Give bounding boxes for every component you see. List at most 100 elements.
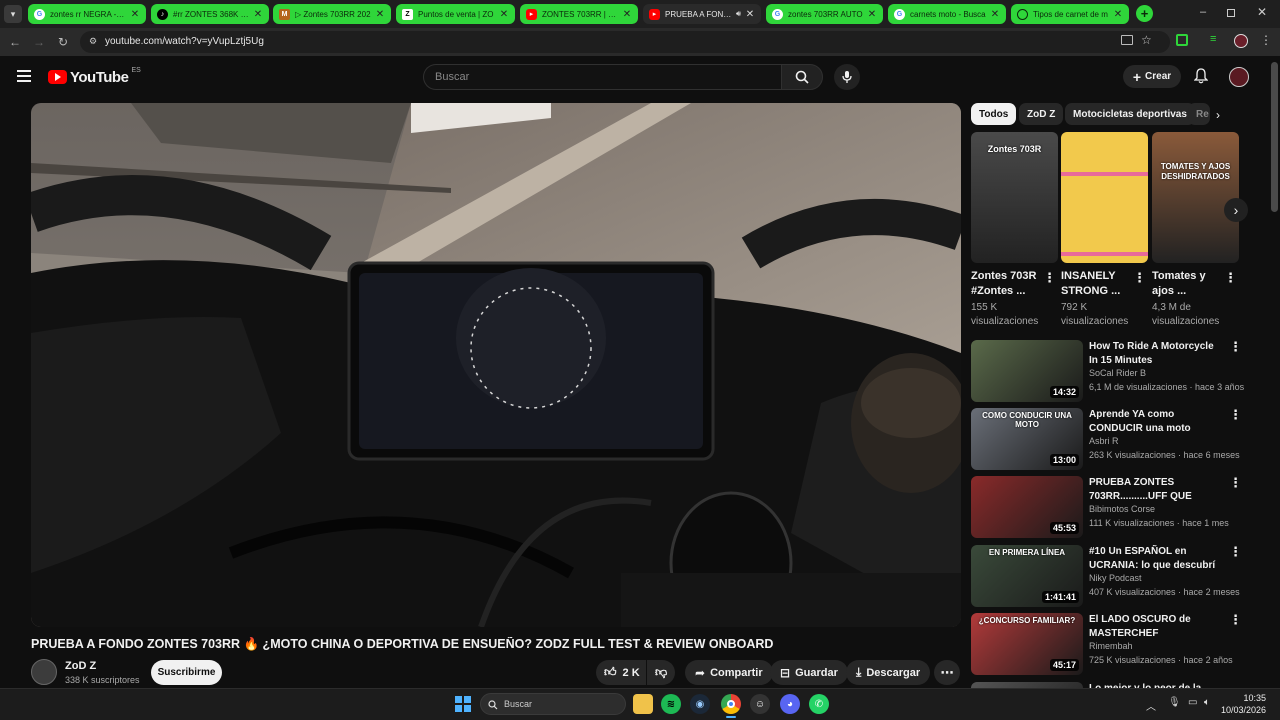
short-title[interactable]: Tomates y ajos ... (1152, 269, 1222, 299)
channel-name[interactable]: ZoD Z (65, 660, 96, 672)
browser-tab[interactable]: ♪ #rr ZONTES 368K rid ✕ (151, 4, 269, 24)
channel-link[interactable]: SoCal Rider B (1089, 368, 1146, 378)
video-menu-icon[interactable]: ⋮ (1229, 476, 1242, 489)
channel-link[interactable]: Asbri R (1089, 436, 1119, 446)
restore-button[interactable] (1227, 9, 1235, 17)
reading-list-icon[interactable]: ≡ (1210, 33, 1216, 45)
chips-next-icon[interactable]: › (1216, 108, 1220, 122)
channel-link[interactable]: Rimembah (1089, 641, 1133, 651)
video-player[interactable] (31, 103, 961, 627)
tab-close-icon[interactable]: ✕ (867, 9, 877, 20)
notification-corner[interactable] (1272, 692, 1278, 716)
filter-chip[interactable]: Re (1188, 103, 1210, 125)
microphone-tray-icon[interactable]: 🎙︎ (1168, 697, 1181, 708)
tab-close-icon[interactable]: ✕ (130, 9, 140, 20)
recommendation-item[interactable]: COMO CONDUCIR UNA MOTO 13:00 Aprende YA co… (971, 408, 1242, 470)
video-title-link[interactable]: Aprende YA como CONDUCIR una moto PARTE … (1089, 408, 1225, 436)
browser-tab[interactable]: Tipos de carnet de m ✕ (1011, 4, 1129, 24)
minimize-button[interactable]: – (1196, 6, 1210, 20)
browser-tab[interactable]: M ▷ Zontes 703RR 202 ✕ (273, 4, 391, 24)
video-title-link[interactable]: El LADO OSCURO de MASTERCHEF (1089, 613, 1225, 641)
tab-close-icon[interactable]: ✕ (622, 9, 632, 20)
shorts-next-button[interactable]: › (1224, 198, 1248, 222)
tab-close-icon[interactable]: ✕ (253, 9, 263, 20)
close-window-button[interactable]: ✕ (1255, 5, 1269, 19)
video-thumbnail[interactable]: EN PRIMERA LÍNEA 1:41:41 (971, 545, 1083, 607)
profile-avatar-icon[interactable] (1234, 34, 1248, 48)
notifications-bell-icon[interactable] (1193, 68, 1209, 84)
short-title[interactable]: INSANELY STRONG ... (1061, 269, 1131, 299)
video-menu-icon[interactable]: ⋮ (1229, 545, 1242, 558)
short-card[interactable]: INSANELY STRONG ... 792 K visualizaciones… (1061, 132, 1148, 329)
short-menu-icon[interactable]: ⋮ (1133, 271, 1146, 284)
filter-chip[interactable]: Todos (971, 103, 1017, 125)
filter-chip[interactable]: ZoD Z (1019, 103, 1064, 125)
tab-close-icon[interactable]: ✕ (499, 9, 509, 20)
short-menu-icon[interactable]: ⋮ (1224, 271, 1237, 284)
app-icon[interactable]: ☺ (750, 694, 770, 714)
bookmark-star-icon[interactable]: ☆ (1141, 33, 1152, 47)
video-thumbnail[interactable]: COMO CONDUCIR UNA MOTO 13:00 (971, 408, 1083, 470)
video-title-link[interactable]: PRUEBA ZONTES 703RR..........UFF QUE MOT… (1089, 476, 1225, 504)
video-title-link[interactable]: How To Ride A Motorcycle In 15 Minutes (1089, 340, 1225, 368)
more-actions-button[interactable]: ⋯ (934, 660, 960, 685)
channel-link[interactable]: Niky Podcast (1089, 573, 1142, 583)
video-thumbnail[interactable]: ¿CONCURSO FAMILIAR? 45:17 (971, 613, 1083, 675)
taskbar-search-label[interactable]: Buscar (504, 699, 532, 709)
share-button[interactable]: ➦ Compartir (685, 660, 773, 685)
tab-search-button[interactable]: ▾ (4, 5, 22, 23)
tray-chevron-icon[interactable]: ︿ (1146, 698, 1156, 713)
browser-menu-icon[interactable]: ⋮ (1260, 33, 1272, 47)
like-button[interactable]: 👍︎ 2 K (596, 660, 646, 685)
download-button[interactable]: ⤓ Descargar (846, 660, 931, 685)
video-menu-icon[interactable]: ⋮ (1229, 613, 1242, 626)
browser-tab[interactable]: ▸ ZONTES 703RR | First ✕ (520, 4, 638, 24)
search-box[interactable]: Buscar (423, 64, 781, 90)
video-menu-icon[interactable]: ⋮ (1229, 408, 1242, 421)
browser-tab[interactable]: Gzontes rr NEGRA - Bu ✕ (28, 4, 146, 24)
video-thumbnail[interactable]: 14:32 (971, 340, 1083, 402)
channel-avatar[interactable] (31, 659, 57, 685)
cast-icon[interactable] (1121, 35, 1133, 45)
filter-chip[interactable]: Motocicletas deportivas (1065, 103, 1195, 125)
youtube-logo[interactable]: YouTube ES (48, 67, 141, 86)
short-thumbnail[interactable] (1061, 132, 1148, 263)
recommendation-item[interactable]: EN PRIMERA LÍNEA 1:41:41 #10 Un ESPAÑOL en… (971, 545, 1242, 607)
video-thumbnail[interactable]: 45:53 (971, 476, 1083, 538)
subscribe-button[interactable]: Suscribirme (151, 660, 222, 685)
browser-tab[interactable]: ▸ PRUEBA A FONDO 🔊︎ ✕ (643, 4, 761, 24)
reload-icon[interactable]: ↻ (54, 33, 72, 51)
spotify-icon[interactable]: ≋ (661, 694, 681, 714)
save-button[interactable]: ⊟ Guardar (770, 660, 848, 685)
discord-icon[interactable]: ◕ (780, 694, 800, 714)
whatsapp-icon[interactable]: ✆ (809, 694, 829, 714)
tab-audio-icon[interactable]: 🔊︎ (736, 9, 741, 19)
short-menu-icon[interactable]: ⋮ (1043, 271, 1056, 284)
steam-icon[interactable]: ◉ (690, 694, 710, 714)
tab-close-icon[interactable]: ✕ (990, 9, 1000, 20)
site-info-icon[interactable]: ⚙ (87, 36, 99, 48)
browser-tab[interactable]: Gcarnets moto - Busca ✕ (888, 4, 1006, 24)
clock-time[interactable]: 10:35 (1226, 693, 1266, 703)
tab-close-icon[interactable]: ✕ (1113, 9, 1123, 20)
file-explorer-icon[interactable] (633, 694, 653, 714)
back-icon[interactable]: ← (6, 33, 24, 51)
new-tab-button[interactable]: + (1136, 5, 1153, 22)
account-avatar[interactable] (1229, 67, 1249, 87)
extension-icon[interactable] (1176, 34, 1188, 46)
recommendation-item[interactable]: ¿CONCURSO FAMILIAR? 45:17 El LADO OSCURO d… (971, 613, 1242, 675)
short-thumbnail[interactable]: Zontes 703R (971, 132, 1058, 263)
page-scrollbar[interactable] (1271, 62, 1278, 212)
create-button[interactable]: + Crear (1123, 65, 1181, 88)
short-thumbnail[interactable]: TOMATES Y AJOS DESHIDRATADOS (1152, 132, 1239, 263)
short-card[interactable]: TOMATES Y AJOS DESHIDRATADOS Tomates y aj… (1152, 132, 1239, 329)
search-button[interactable] (781, 64, 823, 90)
tab-close-icon[interactable]: ✕ (375, 9, 385, 20)
windows-start-icon[interactable] (455, 696, 471, 712)
volume-icon[interactable]: 🔈︎ (1204, 697, 1210, 708)
recommendation-item[interactable]: 14:32 How To Ride A Motorcycle In 15 Minu… (971, 340, 1244, 402)
recommendation-item[interactable]: 45:53 PRUEBA ZONTES 703RR..........UFF QU… (971, 476, 1242, 538)
short-card[interactable]: Zontes 703R Zontes 703R #Zontes ... 155 K … (971, 132, 1058, 329)
browser-tab[interactable]: Z Puntos de venta | ZO ✕ (396, 4, 515, 24)
network-icon[interactable]: ▭ (1188, 697, 1197, 708)
